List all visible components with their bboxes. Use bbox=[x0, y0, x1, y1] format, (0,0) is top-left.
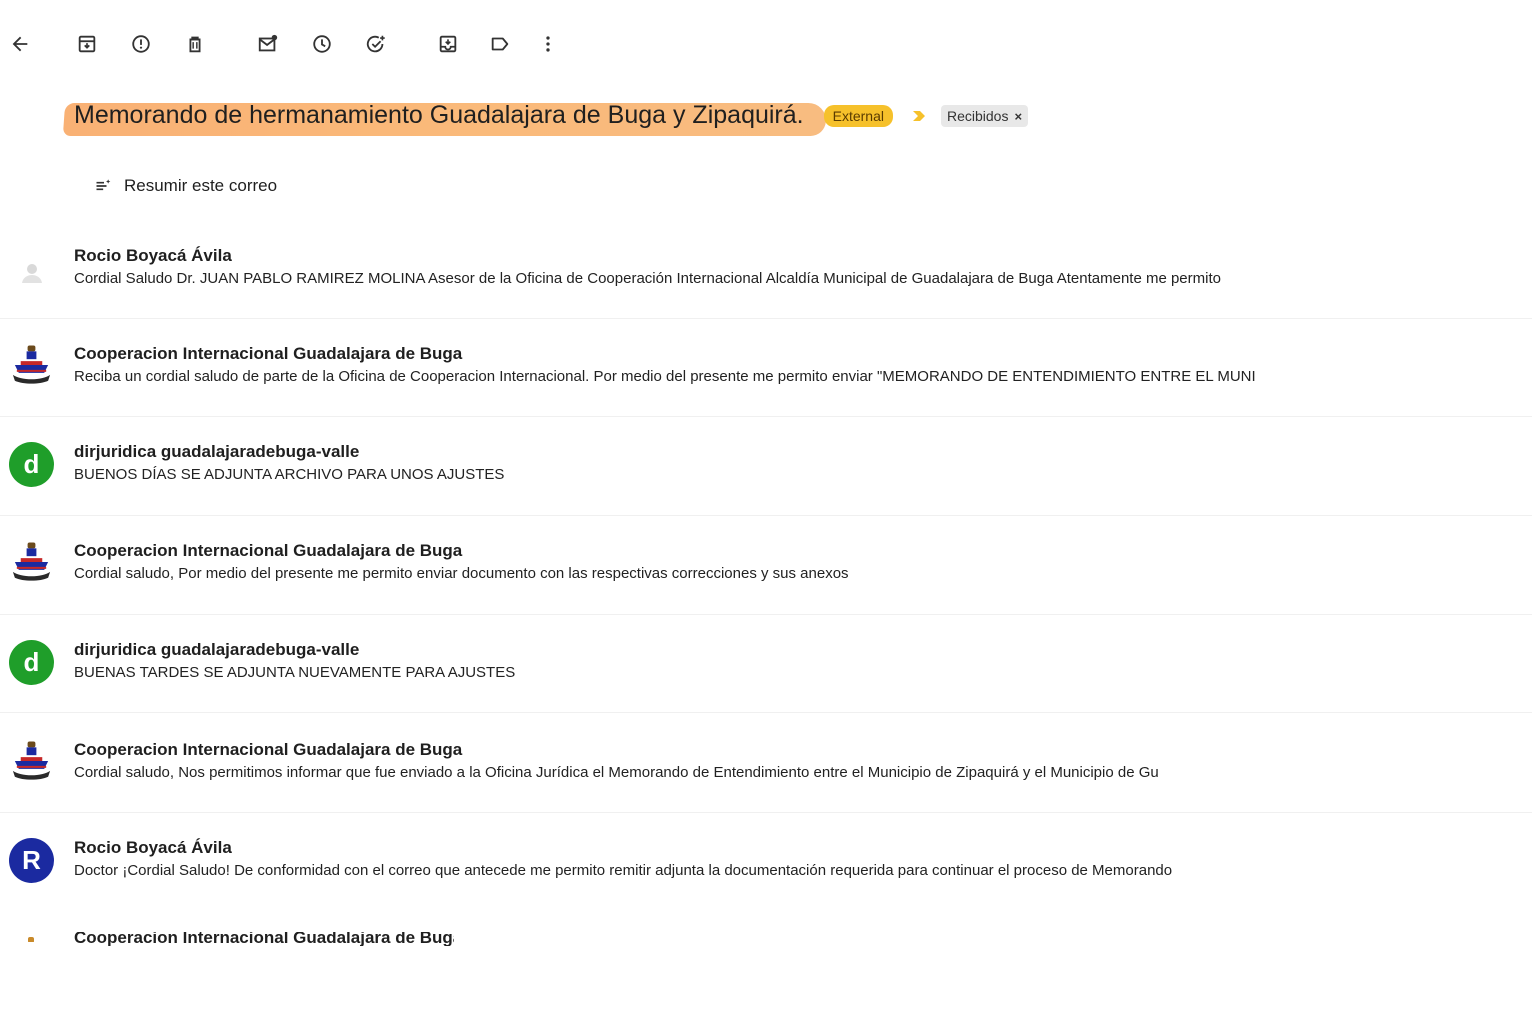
label-chip-text: Recibidos bbox=[946, 108, 1009, 124]
snooze-button[interactable] bbox=[302, 24, 342, 64]
divider bbox=[0, 712, 1532, 713]
archive-icon bbox=[78, 35, 96, 53]
back-arrow-icon bbox=[12, 36, 28, 52]
divider bbox=[0, 614, 1532, 615]
thread-toolbar bbox=[0, 24, 600, 64]
message-row[interactable]: Cooperacion Internacional Guadalajara de… bbox=[0, 541, 1532, 639]
importance-marker-icon[interactable] bbox=[911, 108, 927, 124]
more-options-button[interactable] bbox=[528, 24, 568, 64]
message-sender: dirjuridica guadalajaradebuga-valle bbox=[74, 442, 360, 461]
message-sender: Rocio Boyacá Ávila bbox=[74, 838, 232, 857]
message-row[interactable]: Cooperacion Internacional Guadalajara de… bbox=[0, 344, 1532, 442]
message-snippet: Reciba un cordial saludo de parte de la … bbox=[74, 368, 1256, 385]
message-snippet: Cordial Saludo Dr. JUAN PABLO RAMIREZ MO… bbox=[74, 270, 1221, 287]
message-row[interactable]: Cooperacion Internacional Guadalajara de… bbox=[0, 740, 1532, 838]
mark-unread-icon bbox=[258, 34, 278, 52]
message-snippet: Cordial saludo, Por medio del presente m… bbox=[74, 565, 849, 582]
move-to-button[interactable] bbox=[428, 24, 468, 64]
crest-logo-icon bbox=[12, 740, 51, 780]
message-sender: Cooperacion Internacional Guadalajara de… bbox=[74, 344, 463, 363]
avatar bbox=[9, 344, 54, 389]
label-button[interactable] bbox=[480, 24, 520, 64]
message-row[interactable]: R Rocio Boyacá Ávila Doctor ¡Cordial Sal… bbox=[0, 838, 1532, 936]
avatar: d bbox=[9, 640, 54, 685]
message-row[interactable]: d dirjuridica guadalajaradebuga-valle BU… bbox=[0, 640, 1532, 738]
archive-button[interactable] bbox=[67, 24, 107, 64]
summarize-button[interactable]: Resumir este correo bbox=[94, 176, 277, 196]
label-chip-inbox: Recibidos × bbox=[940, 105, 1029, 127]
avatar bbox=[9, 740, 54, 785]
message-row-partial[interactable]: Cooperacion Internacional Guadalajara de… bbox=[74, 932, 454, 946]
message-sender: Cooperacion Internacional Guadalajara de… bbox=[74, 932, 454, 946]
message-snippet: Cordial saludo, Nos permitimos informar … bbox=[74, 764, 1159, 781]
message-sender: dirjuridica guadalajaradebuga-valle bbox=[74, 640, 360, 659]
message-row[interactable]: d dirjuridica guadalajaradebuga-valle BU… bbox=[0, 442, 1532, 540]
message-snippet: BUENOS DÍAS SE ADJUNTA ARCHIVO PARA UNOS… bbox=[74, 466, 505, 483]
avatar-partial bbox=[24, 932, 38, 942]
avatar: d bbox=[9, 442, 54, 487]
message-sender: Cooperacion Internacional Guadalajara de… bbox=[74, 740, 463, 759]
message-snippet: BUENAS TARDES SE ADJUNTA NUEVAMENTE PARA… bbox=[74, 664, 516, 681]
thread-subject: Memorando de hermanamiento Guadalajara d… bbox=[64, 97, 818, 136]
external-badge: External bbox=[823, 105, 893, 127]
divider bbox=[0, 318, 1532, 319]
avatar: R bbox=[9, 838, 54, 883]
more-vert-icon bbox=[546, 36, 550, 52]
label-icon bbox=[491, 37, 509, 51]
move-to-icon bbox=[439, 35, 457, 53]
person-silhouette-icon bbox=[21, 263, 42, 283]
remove-label-button[interactable]: × bbox=[1014, 109, 1022, 124]
delete-button[interactable] bbox=[175, 24, 215, 64]
message-row[interactable]: Rocio Boyacá Ávila Cordial Saludo Dr. JU… bbox=[0, 246, 1532, 344]
report-spam-icon bbox=[132, 35, 150, 53]
mark-unread-button[interactable] bbox=[248, 24, 288, 64]
snooze-icon bbox=[313, 35, 331, 53]
avatar bbox=[9, 541, 54, 586]
subject-row: Memorando de hermanamiento Guadalajara d… bbox=[64, 92, 1029, 140]
avatar-letter: R bbox=[22, 845, 41, 875]
back-button[interactable] bbox=[0, 24, 40, 64]
crest-logo-icon bbox=[12, 344, 51, 384]
message-sender: Cooperacion Internacional Guadalajara de… bbox=[74, 541, 463, 560]
report-spam-button[interactable] bbox=[121, 24, 161, 64]
avatar-letter: d bbox=[23, 647, 40, 677]
message-snippet: Doctor ¡Cordial Saludo! De conformidad c… bbox=[74, 862, 1173, 879]
divider bbox=[0, 812, 1532, 813]
message-sender: Rocio Boyacá Ávila bbox=[74, 246, 232, 265]
divider bbox=[0, 515, 1532, 516]
avatar-letter: d bbox=[23, 449, 40, 479]
add-task-icon bbox=[366, 35, 385, 53]
crest-logo-icon bbox=[12, 541, 51, 581]
crest-logo-icon bbox=[28, 937, 34, 942]
delete-icon bbox=[189, 36, 201, 53]
avatar bbox=[9, 250, 54, 295]
divider bbox=[0, 416, 1532, 417]
summarize-icon bbox=[96, 179, 111, 191]
summarize-label: Resumir este correo bbox=[124, 176, 278, 195]
add-task-button[interactable] bbox=[356, 24, 396, 64]
